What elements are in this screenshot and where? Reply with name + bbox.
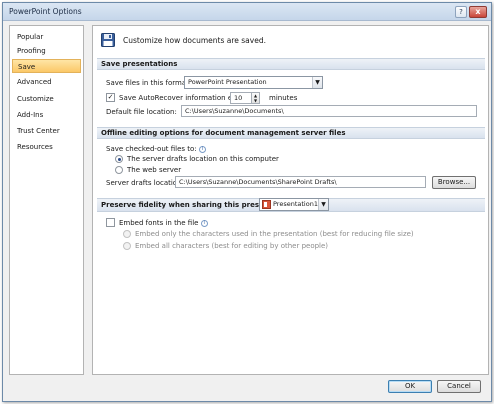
radio-server-drafts-label: The server drafts location on this compu…: [127, 155, 279, 163]
minutes-spinner[interactable]: ▲ ▼: [252, 92, 260, 104]
embed-fonts-checkbox[interactable]: [106, 218, 115, 227]
radio-embed-only[interactable]: [123, 230, 131, 238]
floppy-disk-icon: [101, 33, 115, 47]
format-select[interactable]: PowerPoint Presentation ▼: [184, 76, 323, 89]
embed-fonts-label: Embed fonts in the file i: [119, 219, 208, 227]
sidebar-item-add-ins[interactable]: Add-Ins: [12, 108, 81, 122]
presentation-value: Presentation1: [273, 200, 318, 208]
minutes-label: minutes: [269, 94, 298, 102]
checked-out-label: Save checked-out files to: i: [106, 145, 206, 153]
drafts-location-input[interactable]: C:\Users\Suzanne\Documents\SharePoint Dr…: [175, 176, 426, 188]
sidebar-item-save[interactable]: Save: [12, 59, 81, 73]
default-location-label: Default file location:: [106, 108, 177, 116]
radio-embed-all-label: Embed all characters (best for editing b…: [135, 242, 329, 250]
autorecover-label: Save AutoRecover information every: [119, 94, 248, 102]
ok-button[interactable]: OK: [388, 380, 432, 393]
sidebar-item-proofing[interactable]: Proofing: [12, 44, 81, 58]
options-dialog: PowerPoint Options ? x Popular Proofing …: [2, 2, 492, 402]
format-value: PowerPoint Presentation: [188, 78, 267, 86]
sidebar-item-popular[interactable]: Popular: [12, 30, 81, 44]
embed-fonts-text: Embed fonts in the file: [119, 219, 199, 227]
title-bar[interactable]: PowerPoint Options ? x: [3, 3, 491, 21]
chevron-down-icon[interactable]: ▼: [312, 77, 322, 88]
page-header: Customize how documents are saved.: [123, 36, 266, 45]
sidebar-item-trust-center[interactable]: Trust Center: [12, 124, 81, 138]
radio-web-server-label: The web server: [127, 166, 182, 174]
section-title: Offline editing options for document man…: [101, 129, 346, 137]
sidebar: Popular Proofing Save Advanced Customize…: [9, 25, 84, 375]
powerpoint-file-icon: [262, 200, 271, 209]
sidebar-item-advanced[interactable]: Advanced: [12, 75, 81, 89]
section-offline-editing: Offline editing options for document man…: [97, 127, 485, 139]
browse-button[interactable]: Browse...: [432, 176, 476, 189]
section-save-presentations: Save presentations: [97, 58, 485, 70]
radio-embed-only-label: Embed only the characters used in the pr…: [135, 230, 414, 238]
presentation-select[interactable]: Presentation1 ▼: [259, 198, 329, 211]
checked-out-text: Save checked-out files to:: [106, 145, 197, 153]
default-location-input[interactable]: C:\Users\Suzanne\Documents\: [181, 105, 477, 117]
radio-embed-all[interactable]: [123, 242, 131, 250]
cancel-button[interactable]: Cancel: [437, 380, 481, 393]
chevron-down-icon[interactable]: ▼: [318, 199, 328, 210]
info-icon: i: [200, 219, 208, 227]
sidebar-item-resources[interactable]: Resources: [12, 140, 81, 154]
close-icon[interactable]: x: [469, 6, 487, 18]
radio-server-drafts[interactable]: [115, 155, 123, 163]
sidebar-item-customize[interactable]: Customize: [12, 92, 81, 106]
format-label: Save files in this format:: [106, 79, 192, 87]
section-title: Save presentations: [101, 60, 178, 68]
window-title: PowerPoint Options: [9, 7, 82, 16]
drafts-location-label: Server drafts location:: [106, 179, 184, 187]
radio-web-server[interactable]: [115, 166, 123, 174]
autorecover-checkbox[interactable]: ✓: [106, 93, 115, 102]
autorecover-minutes-input[interactable]: 10: [230, 92, 252, 104]
help-icon[interactable]: ?: [455, 6, 467, 18]
content-panel: Customize how documents are saved. Save …: [92, 25, 489, 375]
info-icon: i: [198, 145, 206, 153]
